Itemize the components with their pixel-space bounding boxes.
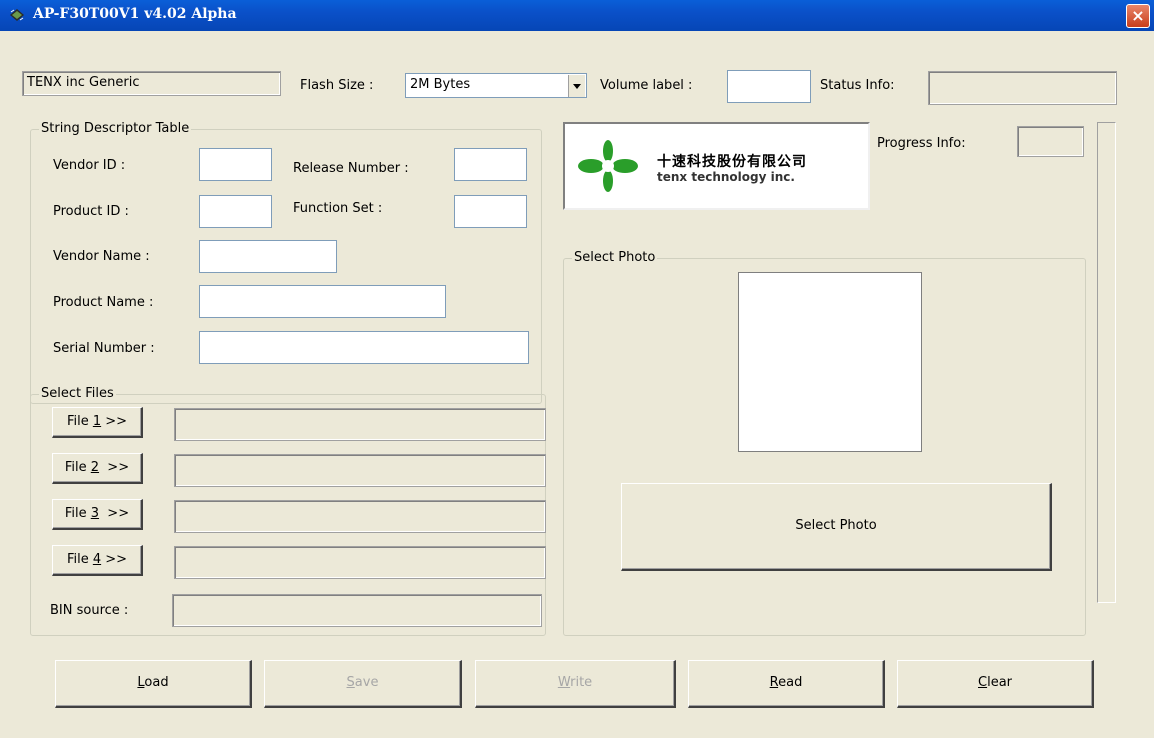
flash-size-value: 2M Bytes <box>410 77 471 92</box>
flash-size-select[interactable]: 2M Bytes <box>405 73 587 98</box>
select-photo-group-label: Select Photo <box>572 250 658 265</box>
load-button[interactable]: Load <box>55 660 252 708</box>
file-1-path <box>174 408 546 441</box>
function-set-label: Function Set : <box>293 201 383 216</box>
product-id-label: Product ID : <box>53 204 129 219</box>
volume-label-label: Volume label : <box>600 78 693 93</box>
read-button[interactable]: Read <box>688 660 885 708</box>
save-button[interactable]: Save <box>264 660 462 708</box>
logo-english-text: tenx technology inc. <box>657 170 795 184</box>
file-1-button[interactable]: File 1 >> <box>52 407 143 438</box>
close-button[interactable]: × <box>1126 4 1150 28</box>
serial-number-label: Serial Number : <box>53 341 155 356</box>
string-descriptor-group-label: String Descriptor Table <box>39 121 192 136</box>
bin-source-field <box>172 594 542 627</box>
volume-label-input[interactable] <box>727 70 811 103</box>
progress-bar <box>1097 122 1116 603</box>
product-id-input[interactable] <box>199 195 272 228</box>
device-name-text: TENX inc Generic <box>27 75 140 90</box>
progress-info-label: Progress Info: <box>877 136 966 151</box>
device-name-field: TENX inc Generic <box>22 71 281 96</box>
company-logo: 十速科技股份有限公司 tenx technology inc. <box>563 122 870 210</box>
clear-button[interactable]: Clear <box>897 660 1094 708</box>
file-3-path <box>174 500 546 533</box>
status-info-label: Status Info: <box>820 78 895 93</box>
client-area: TENX inc Generic Flash Size : 2M Bytes V… <box>0 31 1154 738</box>
product-name-label: Product Name : <box>53 295 154 310</box>
flash-size-label: Flash Size : <box>300 78 374 93</box>
file-2-path <box>174 454 546 487</box>
chevron-down-icon[interactable] <box>568 75 585 97</box>
select-files-group-label: Select Files <box>39 386 116 401</box>
logo-chinese-text: 十速科技股份有限公司 <box>657 154 807 170</box>
status-info-field <box>928 71 1117 105</box>
vendor-id-label: Vendor ID : <box>53 158 126 173</box>
tenx-logo-icon <box>578 140 638 192</box>
release-number-label: Release Number : <box>293 161 409 176</box>
select-photo-button[interactable]: Select Photo <box>621 483 1052 571</box>
release-number-input[interactable] <box>454 148 527 181</box>
chip-icon <box>10 9 24 21</box>
vendor-name-label: Vendor Name : <box>53 249 150 264</box>
file-3-button[interactable]: File 3 >> <box>52 499 143 530</box>
close-icon: × <box>1131 6 1145 25</box>
file-2-button[interactable]: File 2 >> <box>52 453 143 484</box>
progress-info-field <box>1017 126 1084 157</box>
title-bar: AP-F30T00V1 v4.02 Alpha × <box>0 0 1154 31</box>
vendor-name-input[interactable] <box>199 240 337 273</box>
write-button[interactable]: Write <box>475 660 676 708</box>
product-name-input[interactable] <box>199 285 446 318</box>
bin-source-label: BIN source : <box>50 603 129 618</box>
serial-number-input[interactable] <box>199 331 529 364</box>
file-4-path <box>174 546 546 579</box>
file-4-button[interactable]: File 4 >> <box>52 545 143 576</box>
window-title: AP-F30T00V1 v4.02 Alpha <box>33 6 237 22</box>
function-set-input[interactable] <box>454 195 527 228</box>
vendor-id-input[interactable] <box>199 148 272 181</box>
photo-preview <box>738 272 922 452</box>
